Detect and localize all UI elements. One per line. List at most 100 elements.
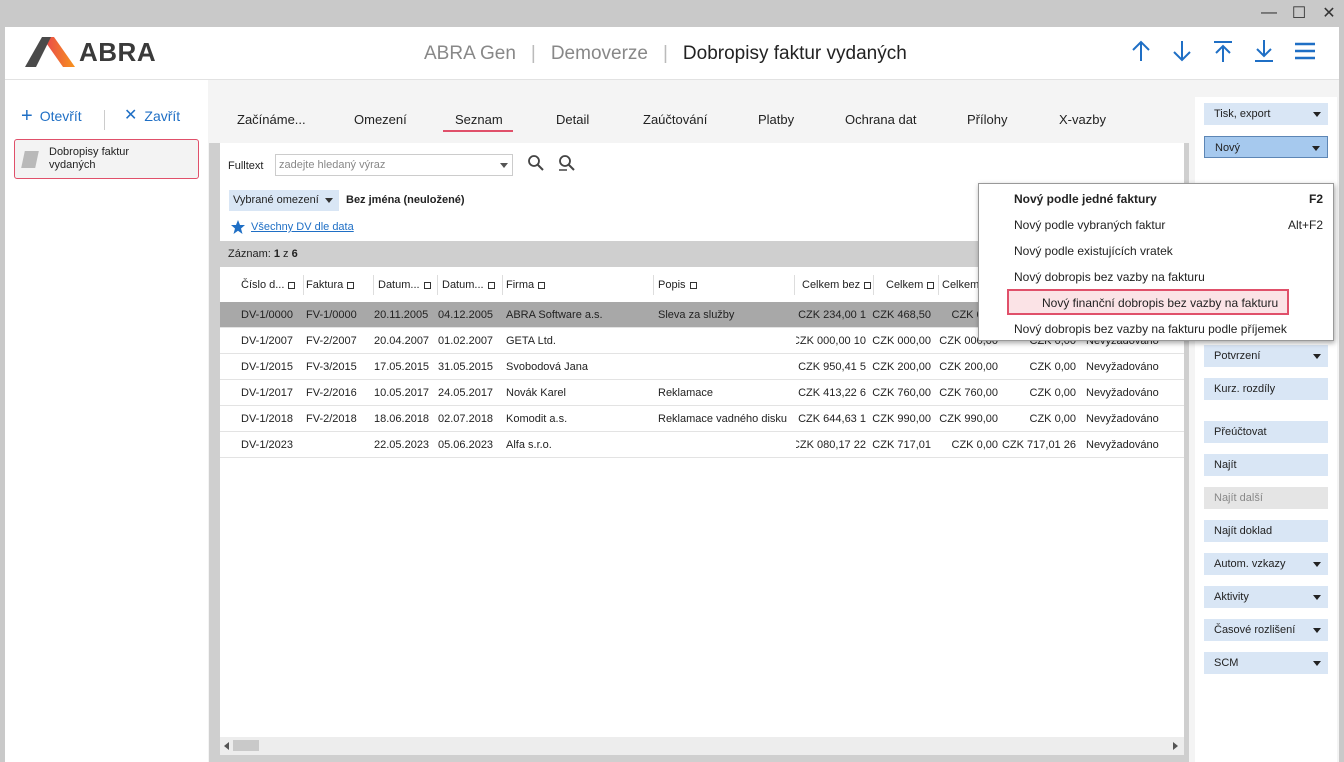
cell-datum-1: 18.06.2018 bbox=[374, 413, 430, 425]
close-window-button[interactable]: ✕ bbox=[1314, 0, 1344, 26]
arrow-down-icon[interactable] bbox=[1170, 39, 1194, 63]
restriction-select[interactable]: Vybrané omezení bbox=[229, 190, 339, 211]
preuctovat-button[interactable]: Přeúčtovat bbox=[1204, 421, 1328, 443]
column-header-celkem[interactable]: Celkem bbox=[886, 279, 935, 291]
filter-checkbox-icon[interactable] bbox=[487, 281, 495, 289]
menu-item-new-from-invoice[interactable]: Nový podle jedné faktury F2 bbox=[979, 185, 1333, 211]
close-button[interactable]: ✕ Zavřít bbox=[124, 108, 180, 125]
cell-celkem-bez: 5 950,41 CZK bbox=[798, 361, 866, 373]
cell-stav: Nevyžadováno bbox=[1086, 413, 1159, 425]
tab-ochrana-dat[interactable]: Ochrana dat bbox=[845, 112, 917, 127]
favorite-filter-link[interactable]: Všechny DV dle data bbox=[251, 221, 354, 233]
column-separator[interactable] bbox=[873, 275, 874, 295]
menu-item-label: Nový podle jedné faktury bbox=[1014, 192, 1157, 206]
arrow-to-bottom-icon[interactable] bbox=[1252, 39, 1276, 63]
column-separator[interactable] bbox=[437, 275, 438, 295]
column-header-datum-1[interactable]: Datum... bbox=[378, 279, 431, 291]
tab-platby[interactable]: Platby bbox=[758, 112, 794, 127]
column-separator[interactable] bbox=[653, 275, 654, 295]
tisk-export-button[interactable]: Tisk, export bbox=[1204, 103, 1328, 125]
menu-item-new-without-invoice[interactable]: Nový dobropis bez vazby na fakturu bbox=[979, 263, 1333, 289]
column-header-datum-2[interactable]: Datum... bbox=[442, 279, 495, 291]
table-row[interactable]: DV-1/2015 FV-3/2015 17.05.2015 31.05.2015 Sv… bbox=[220, 354, 1184, 380]
cell-datum-1: 20.04.2007 bbox=[374, 335, 430, 347]
table-row[interactable]: DV-1/2023 22.05.2023 05.06.2023 Alfa s.r.o.… bbox=[220, 432, 1184, 458]
filter-checkbox-icon[interactable] bbox=[288, 281, 296, 289]
filter-checkbox-icon[interactable] bbox=[927, 281, 935, 289]
potvrzeni-button[interactable]: Potvrzení bbox=[1204, 345, 1328, 367]
najit-doklad-button[interactable]: Najít doklad bbox=[1204, 520, 1328, 542]
column-separator[interactable] bbox=[373, 275, 374, 295]
tab-seznam[interactable]: Seznam bbox=[443, 112, 513, 132]
cell-popis: Sleva za služby bbox=[658, 309, 735, 321]
menu-item-new-from-returns[interactable]: Nový podle existujících vratek bbox=[979, 237, 1333, 263]
scrollbar-thumb[interactable] bbox=[233, 740, 259, 751]
maximize-button[interactable]: ☐ bbox=[1284, 0, 1314, 26]
autom-vzkazy-button[interactable]: Autom. vzkazy bbox=[1204, 553, 1328, 575]
column-header-firma[interactable]: Firma bbox=[506, 279, 546, 291]
arrow-to-top-icon[interactable] bbox=[1211, 39, 1235, 63]
tab-zauctovani[interactable]: Zaúčtování bbox=[643, 112, 707, 127]
breadcrumb-version[interactable]: Demoverze bbox=[551, 43, 648, 65]
najit-dalsi-button[interactable]: Najít další bbox=[1204, 487, 1328, 509]
horizontal-scrollbar[interactable] bbox=[220, 737, 1184, 755]
filter-checkbox-icon[interactable] bbox=[538, 281, 546, 289]
cell-cislo: DV-1/2017 bbox=[241, 387, 293, 399]
filter-checkbox-icon[interactable] bbox=[347, 281, 355, 289]
hamburger-menu-icon[interactable] bbox=[1293, 39, 1317, 63]
filter-checkbox-icon[interactable] bbox=[864, 281, 872, 289]
menu-item-new-from-receipts[interactable]: Nový dobropis bez vazby na fakturu podle… bbox=[979, 315, 1333, 341]
casove-rozliseni-button[interactable]: Časové rozlišení bbox=[1204, 619, 1328, 641]
filter-checkbox-icon[interactable] bbox=[689, 281, 697, 289]
menu-item-new-from-selected[interactable]: Nový podle vybraných faktur Alt+F2 bbox=[979, 211, 1333, 237]
breadcrumb-product[interactable]: ABRA Gen bbox=[424, 43, 516, 65]
table-row[interactable]: DV-1/2017 FV-2/2016 10.05.2017 24.05.2017 No… bbox=[220, 380, 1184, 406]
tab-detail[interactable]: Detail bbox=[556, 112, 589, 127]
cell-celkem-bez: 10 000,00 CZK bbox=[796, 335, 866, 347]
minimize-button[interactable]: — bbox=[1254, 0, 1284, 26]
cell-popis: Reklamace bbox=[658, 387, 714, 399]
scm-button[interactable]: SCM bbox=[1204, 652, 1328, 674]
record-total: 6 bbox=[291, 248, 298, 260]
open-button[interactable]: + Otevřít bbox=[21, 106, 82, 126]
cell-cislo: DV-1/2007 bbox=[241, 335, 293, 347]
sidebar-item-dobropisy[interactable]: Dobropisy faktur vydaných bbox=[14, 139, 199, 179]
najit-button[interactable]: Najít bbox=[1204, 454, 1328, 476]
column-separator[interactable] bbox=[502, 275, 503, 295]
scroll-left-icon[interactable] bbox=[224, 742, 229, 750]
filter-checkbox-icon[interactable] bbox=[423, 281, 431, 289]
tab-omezeni[interactable]: Omezení bbox=[354, 112, 407, 127]
arrow-up-icon[interactable] bbox=[1129, 39, 1153, 63]
cell-datum-2: 04.12.2005 bbox=[438, 309, 494, 321]
advanced-search-icon[interactable] bbox=[558, 154, 576, 172]
column-separator[interactable] bbox=[303, 275, 304, 295]
column-separator[interactable] bbox=[794, 275, 795, 295]
chevron-down-icon bbox=[1313, 628, 1321, 633]
chevron-down-icon bbox=[1312, 146, 1320, 151]
search-icon[interactable] bbox=[527, 154, 545, 172]
tab-zaciname[interactable]: Začínáme... bbox=[237, 112, 306, 127]
column-header-popis[interactable]: Popis bbox=[658, 279, 697, 291]
app-window: ABRA ABRA Gen | Demoverze | Dobropisy fa… bbox=[5, 27, 1339, 762]
menu-item-new-financial[interactable]: Nový finanční dobropis bez vazby na fakt… bbox=[1007, 289, 1289, 315]
tab-prilohy[interactable]: Přílohy bbox=[967, 112, 1007, 127]
table-row[interactable]: DV-1/2018 FV-2/2018 18.06.2018 02.07.2018 Ko… bbox=[220, 406, 1184, 432]
column-label: Celkem bez bbox=[802, 279, 861, 291]
scroll-right-icon[interactable] bbox=[1173, 742, 1178, 750]
cell-celkem: 760,00 CZK bbox=[872, 387, 931, 399]
fulltext-input[interactable]: zadejte hledaný výraz bbox=[275, 154, 513, 176]
cell-faktura: FV-2/2007 bbox=[306, 335, 357, 347]
column-header-celkem-2[interactable]: Celkem bbox=[942, 279, 979, 291]
column-header-celkem-bez[interactable]: Celkem bez bbox=[802, 279, 872, 291]
column-header-cislo[interactable]: Číslo d... bbox=[241, 279, 296, 291]
cell-celkem: 000,00 CZK bbox=[872, 335, 931, 347]
new-document-menu: Nový podle jedné faktury F2 Nový podle v… bbox=[978, 183, 1334, 341]
novy-button[interactable]: Nový bbox=[1204, 136, 1328, 158]
aktivity-button[interactable]: Aktivity bbox=[1204, 586, 1328, 608]
tab-x-vazby[interactable]: X-vazby bbox=[1059, 112, 1106, 127]
column-header-faktura[interactable]: Faktura bbox=[306, 279, 355, 291]
chevron-down-icon[interactable] bbox=[500, 163, 508, 168]
cell-celkem: 717,01 CZK bbox=[872, 439, 931, 451]
kurz-rozdily-button[interactable]: Kurz. rozdíly bbox=[1204, 378, 1328, 400]
column-separator[interactable] bbox=[938, 275, 939, 295]
